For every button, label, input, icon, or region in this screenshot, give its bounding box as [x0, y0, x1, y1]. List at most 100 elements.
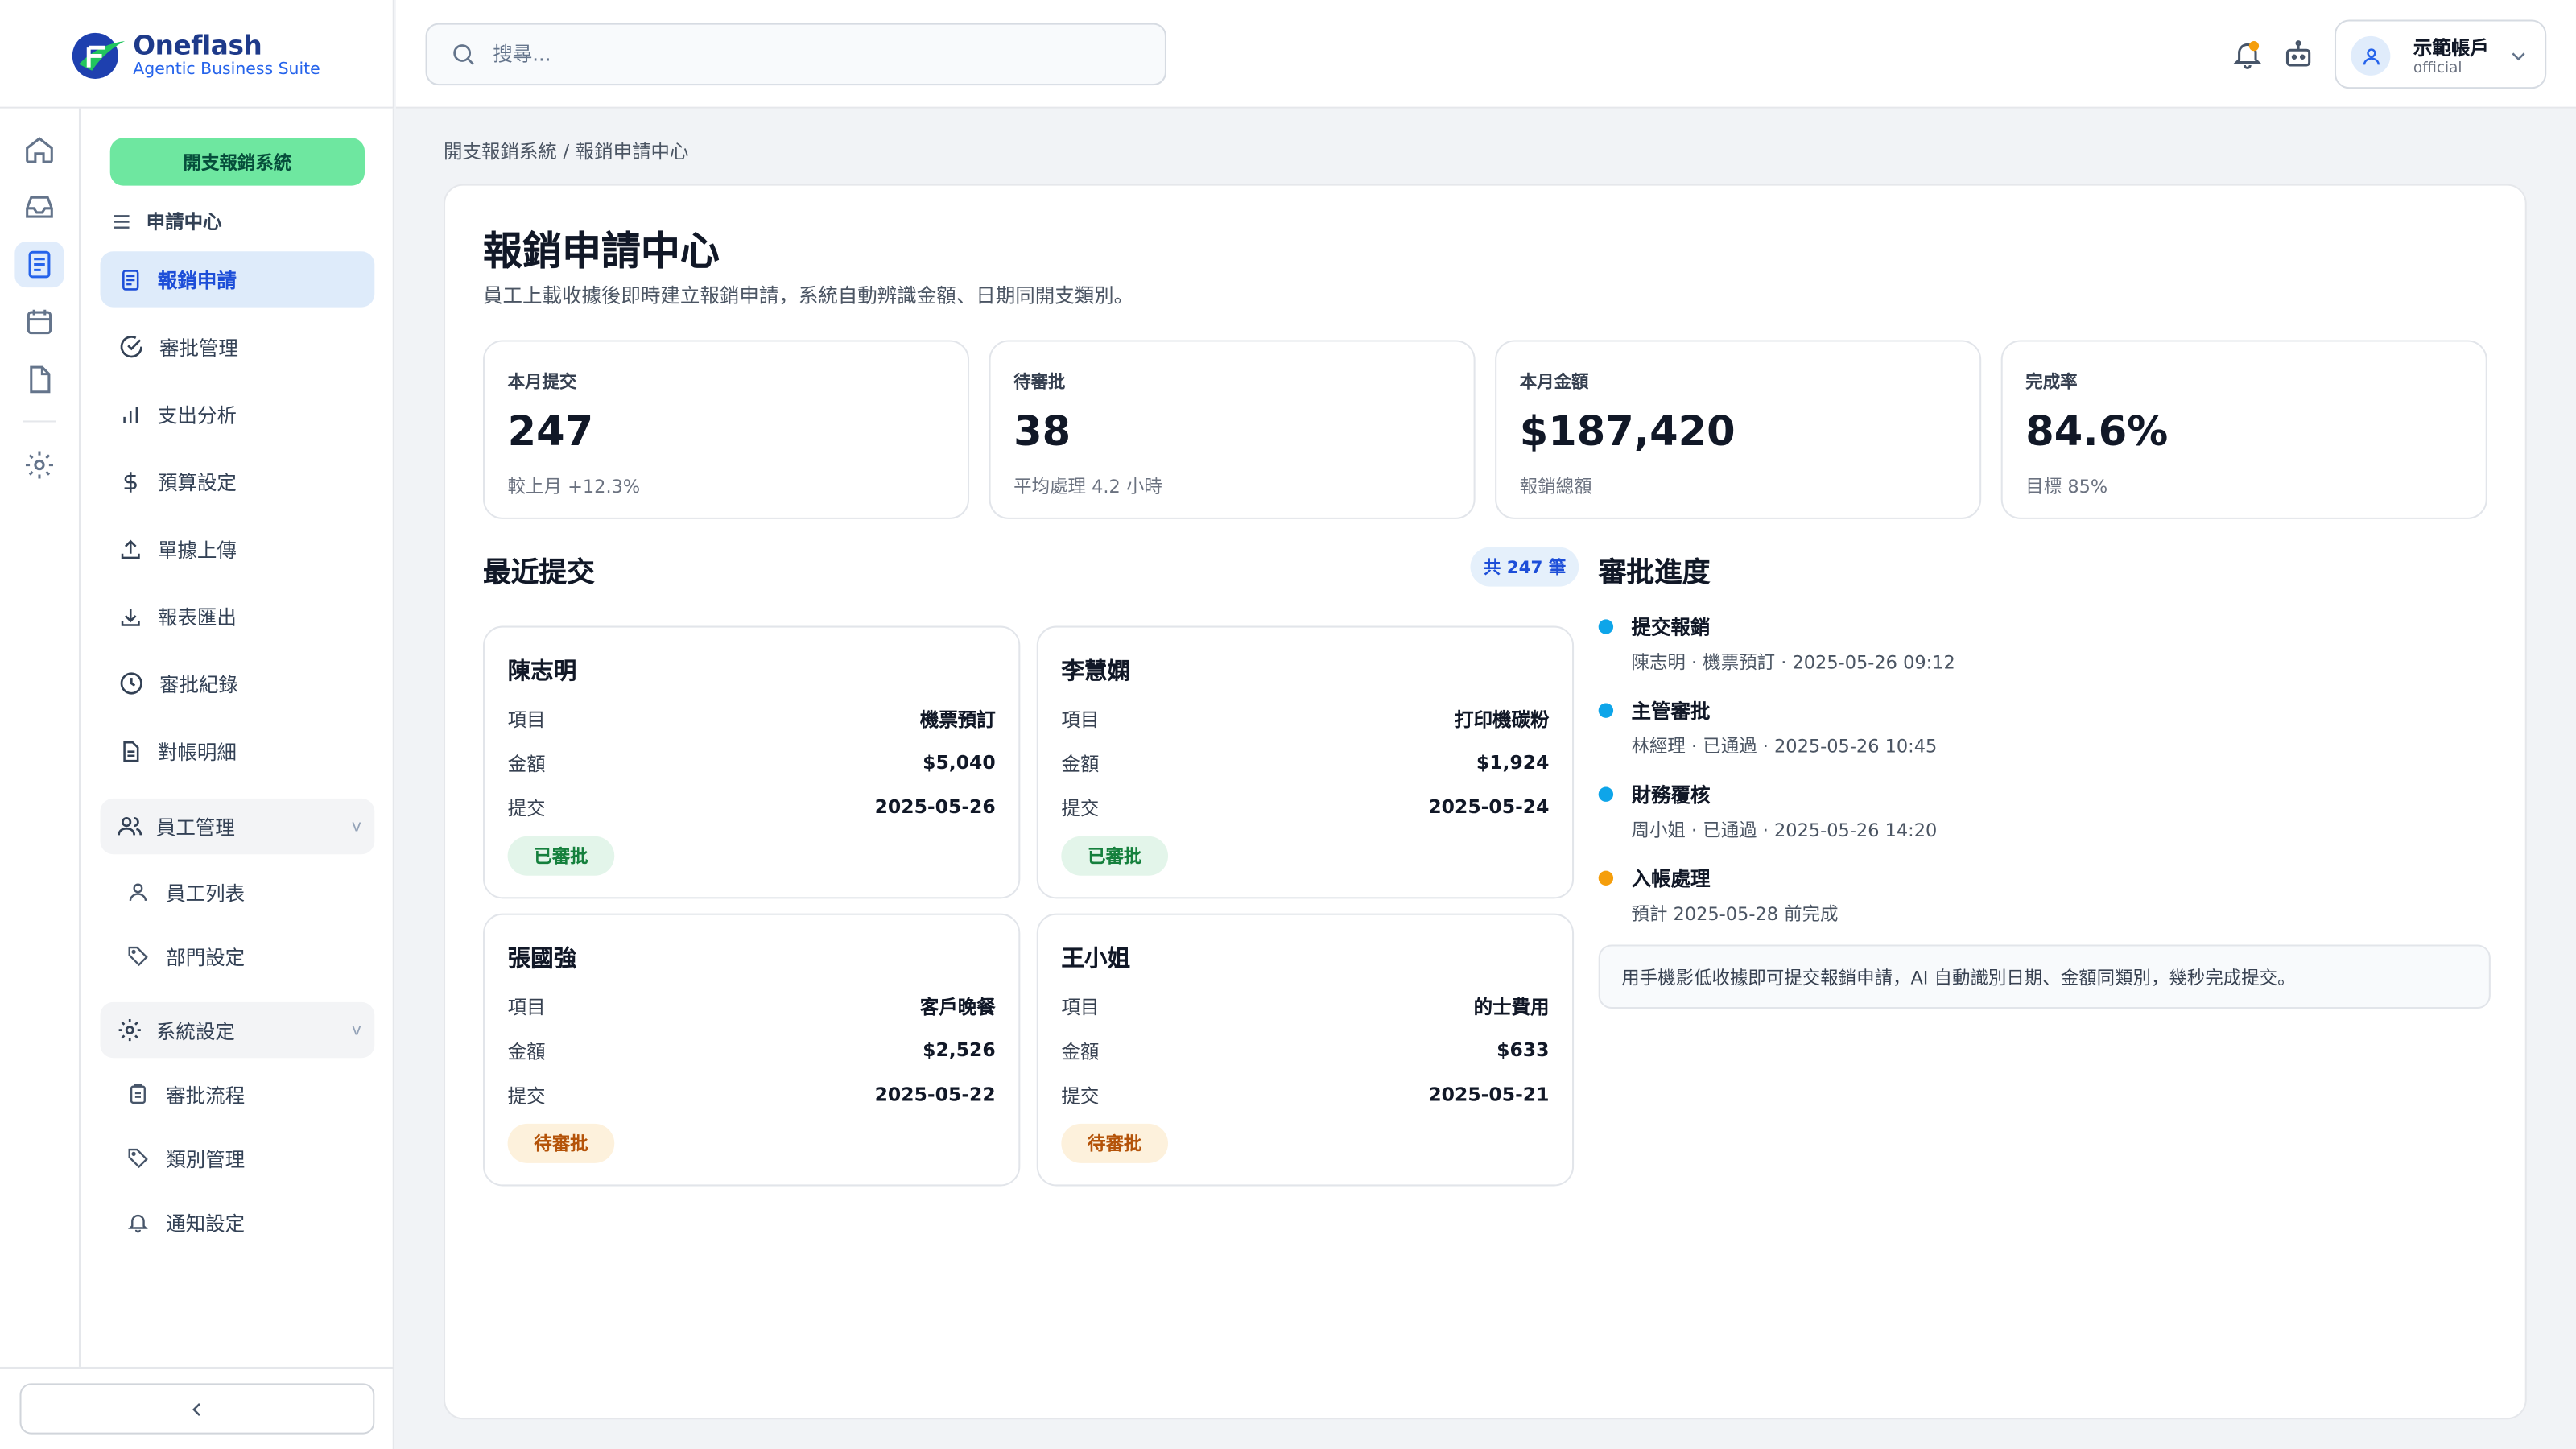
collapse-sidebar-button[interactable]	[19, 1383, 375, 1435]
sidebar-subitem-label: 員工列表	[166, 881, 246, 905]
user-icon	[129, 883, 147, 902]
sidebar-subitem-departments[interactable]: 部門設定	[126, 931, 245, 980]
avatar	[2351, 35, 2391, 76]
stat-value: 247	[507, 407, 594, 456]
claim-amount-row: 金額 $633	[1061, 1038, 1549, 1068]
timeline-step-detail: 周小姐 · 已通過 · 2025-05-26 14:20	[1631, 819, 1938, 841]
claim-amount: $5,040	[923, 750, 996, 774]
download-icon	[121, 608, 140, 625]
sidebar-subitem-notifications[interactable]: 通知設定	[126, 1198, 245, 1247]
home-icon[interactable]	[23, 133, 56, 166]
chevron-left-icon	[192, 1402, 200, 1416]
sidebar-nav: 開支報銷系統 申請中心 報銷申請 審批管理 支出分析 預算設定 單據上傳 報表匯…	[80, 108, 394, 1367]
claim-employee-name: 李慧嫻	[1061, 658, 1131, 686]
search-box[interactable]	[425, 23, 1166, 86]
tag-icon	[128, 1148, 148, 1169]
sidebar-subitem-label: 類別管理	[166, 1147, 246, 1171]
nav-section-label: 申請中心	[146, 210, 222, 233]
claim-card[interactable]: 李慧嫻 項目 打印機碳粉 金額 $1,924 提交 2025-05-24 已審批	[1036, 625, 1575, 899]
page-title: 報銷申請中心	[482, 228, 720, 275]
timeline-step-title: 入帳處理	[1631, 867, 1711, 891]
claim-item-row: 項目 打印機碳粉	[1061, 707, 1549, 737]
claim-card[interactable]: 王小姐 項目 的士費用 金額 $633 提交 2025-05-21 待審批	[1036, 913, 1575, 1187]
stat-label: 完成率	[2025, 373, 2078, 393]
claim-employee-name: 陳志明	[507, 658, 577, 686]
clipboard-icon	[130, 1084, 146, 1104]
field-label: 提交	[1061, 796, 1100, 820]
sidebar-item-label: 對帳明細	[157, 740, 237, 763]
status-badge: 已審批	[1061, 836, 1169, 876]
breadcrumb[interactable]: 開支報銷系統 / 報銷申請中心	[444, 138, 688, 164]
notification-dot	[2248, 41, 2260, 52]
receipt-icon	[122, 269, 139, 290]
claim-employee-name: 王小姐	[1061, 946, 1131, 973]
claim-date: 2025-05-26	[874, 795, 996, 819]
claim-date: 2025-05-21	[1428, 1082, 1550, 1106]
stat-value: 84.6%	[2025, 407, 2169, 456]
sidebar-item-budget[interactable]: 預算設定	[100, 453, 374, 509]
sidebar-item-upload[interactable]: 單據上傳	[100, 521, 374, 576]
sidebar-subitem-employee-list[interactable]: 員工列表	[126, 868, 245, 917]
claim-date-row: 提交 2025-05-22	[508, 1083, 996, 1113]
file-icon[interactable]	[23, 363, 56, 396]
info-note: 用手機影低收據即可提交報銷申請，AI 自動識別日期、金額同類別，幾秒完成提交。	[1598, 944, 2491, 1009]
stat-value: 38	[1013, 407, 1071, 456]
calendar-icon[interactable]	[23, 306, 56, 339]
document-icon	[123, 740, 139, 762]
ai-assistant-bot-icon[interactable]	[2282, 38, 2315, 71]
nav-group-system-settings[interactable]: 系統設定 v	[100, 1001, 375, 1059]
sidebar-item-export[interactable]: 報表匯出	[100, 588, 374, 644]
claim-card[interactable]: 張國強 項目 客戶晚餐 金額 $2,526 提交 2025-05-22 待審批	[482, 913, 1021, 1187]
brand-logo[interactable]: Oneflash Agentic Business Suite	[0, 0, 394, 109]
claim-item-row: 項目 機票預訂	[508, 707, 996, 737]
system-switch-button[interactable]: 開支報銷系統	[109, 138, 365, 186]
account-role: official	[2413, 60, 2462, 77]
user-icon	[2362, 47, 2379, 64]
clock-icon	[120, 672, 142, 695]
timeline-step-detail: 陳志明 · 機票預訂 · 2025-05-26 09:12	[1631, 652, 1955, 674]
stat-card-monthly-amount: 本月金額 $187,420 報銷總額	[1495, 340, 1982, 519]
sidebar-item-approvals[interactable]: 審批管理	[100, 319, 374, 374]
claim-date-row: 提交 2025-05-21	[1061, 1083, 1549, 1113]
settings-gear-icon[interactable]	[23, 448, 56, 481]
sidebar-item-label: 預算設定	[157, 470, 237, 494]
notification-bell-icon[interactable]	[2231, 38, 2264, 71]
icon-rail	[0, 108, 80, 1367]
stat-subtext: 較上月 +12.3%	[507, 476, 641, 498]
sidebar-item-label: 報銷申請	[157, 268, 237, 292]
field-label: 項目	[507, 708, 546, 732]
sidebar-item-label: 報表匯出	[157, 605, 237, 629]
account-menu[interactable]: 示範帳戶 official	[2334, 19, 2547, 89]
sidebar-subitem-label: 審批流程	[166, 1083, 246, 1107]
nav-group-employees[interactable]: 員工管理 v	[100, 798, 375, 855]
sidebar-subitem-approval-flow[interactable]: 審批流程	[126, 1070, 245, 1119]
claim-card[interactable]: 陳志明 項目 機票預訂 金額 $5,040 提交 2025-05-26 已審批	[482, 625, 1021, 899]
chevron-down-icon: v	[351, 1022, 361, 1040]
inbox-icon[interactable]	[23, 191, 56, 224]
sidebar-item-expense-claim[interactable]: 報銷申請	[100, 251, 375, 308]
stat-card-completion-rate: 完成率 84.6% 目標 85%	[2000, 340, 2487, 519]
field-label: 金額	[1061, 752, 1100, 776]
search-input[interactable]	[493, 43, 1150, 66]
sidebar-subitem-label: 通知設定	[166, 1212, 246, 1235]
claim-amount: $633	[1496, 1038, 1550, 1062]
stat-card-monthly-submissions: 本月提交 247 較上月 +12.3%	[482, 340, 970, 519]
receipt-icon[interactable]	[23, 248, 56, 281]
claim-item: 客戶晚餐	[919, 995, 996, 1019]
timeline-dot	[1598, 619, 1614, 634]
stat-label: 待審批	[1013, 373, 1066, 393]
sidebar-item-reconciliation[interactable]: 對帳明細	[100, 723, 374, 778]
field-label: 項目	[1061, 995, 1100, 1019]
bar-chart-icon	[123, 406, 138, 423]
stat-label: 本月金額	[1519, 373, 1589, 393]
sidebar-item-approval-log[interactable]: 審批紀錄	[100, 655, 374, 711]
sidebar-item-label: 審批管理	[159, 336, 238, 359]
sidebar-subitem-categories[interactable]: 類別管理	[126, 1133, 245, 1183]
timeline-dot	[1598, 703, 1614, 718]
chevron-down-icon	[2512, 52, 2525, 61]
claim-amount-row: 金額 $1,924	[1061, 751, 1549, 781]
sidebar-item-spending-analysis[interactable]: 支出分析	[100, 386, 374, 442]
sidebar-item-label: 支出分析	[157, 403, 237, 427]
field-label: 提交	[507, 796, 546, 820]
bell-icon	[128, 1214, 148, 1233]
